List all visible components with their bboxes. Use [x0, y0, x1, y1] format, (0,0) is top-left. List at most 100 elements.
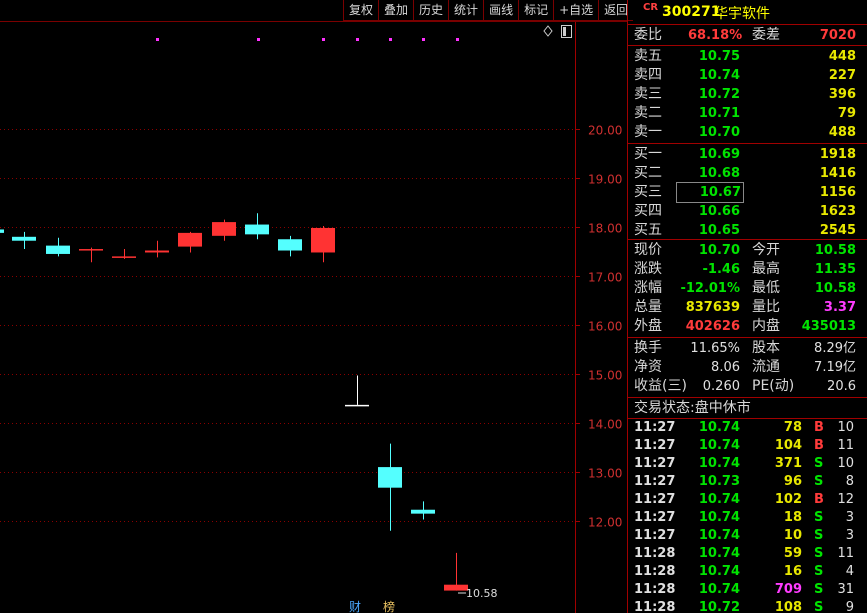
level-volume: 79 [837, 106, 856, 121]
level-price: 10.67 [676, 182, 744, 203]
tick-volume: 96 [783, 474, 802, 489]
stock-tag: CR [643, 2, 659, 13]
tick-count: 8 [845, 474, 854, 489]
toolbar-button-5[interactable]: 标记 [518, 0, 553, 20]
asks-row[interactable]: 卖一 10.70 488 [628, 123, 867, 142]
kline-chart[interactable]: 20.00 19.00 18.00 17.00 16.00 15.00 14.00 13.00… [0, 0, 627, 613]
candle-body [112, 256, 136, 258]
tick-volume: 108 [774, 600, 802, 613]
level-volume: 1918 [819, 147, 856, 162]
quote-value: 402626 [685, 319, 740, 334]
tick-side: S [814, 564, 824, 579]
y-tick-label: 12.00 [588, 516, 622, 530]
fundamental-label: 流通 [752, 359, 780, 375]
tick-side: S [814, 474, 824, 489]
y-tick-label: 20.00 [588, 124, 622, 138]
bids-row[interactable]: 买五 10.65 2545 [628, 221, 867, 240]
tick-volume: 59 [783, 546, 802, 561]
candle-body [311, 227, 335, 253]
quote-row: 现价 10.70 今开 10.58 [628, 241, 867, 260]
tick-price: 10.73 [698, 474, 740, 489]
tick-row: 11:28 10.74 59 S 11 [628, 546, 867, 562]
level-price: 10.65 [698, 223, 740, 238]
toolbar-button-0[interactable]: 复权 [343, 0, 378, 20]
tick-volume: 16 [783, 564, 802, 579]
tick-count: 4 [845, 564, 854, 579]
tick-row: 11:27 10.74 78 B 10 [628, 420, 867, 436]
chart-toolbar: 复权 叠加 历史 统计 画线 标记 +自选 返回 [343, 0, 634, 21]
asks-row[interactable]: 卖五 10.75 448 [628, 47, 867, 66]
trade-status: 交易状态:盘中休市 [634, 400, 751, 416]
toolbar-button-6[interactable]: +自选 [553, 0, 598, 20]
bids-row[interactable]: 买三 10.67 1156 [628, 182, 867, 203]
toolbar-button-4[interactable]: 画线 [483, 0, 518, 20]
y-tick-label: 13.00 [588, 467, 622, 481]
diamond-icon [543, 25, 553, 37]
level-label: 卖一 [634, 124, 662, 140]
tick-count: 9 [845, 600, 854, 613]
level-volume: 227 [828, 68, 856, 83]
bids-row[interactable]: 买一 10.69 1918 [628, 145, 867, 164]
toolbar-button-1[interactable]: 叠加 [378, 0, 413, 20]
signal-dot [389, 38, 392, 41]
bids-row[interactable]: 买四 10.66 1623 [628, 202, 867, 221]
level-price: 10.70 [698, 125, 740, 140]
status-row: 交易状态:盘中休市 [628, 399, 867, 418]
weibi-label: 委比 [634, 27, 662, 43]
tick-volume: 371 [774, 456, 802, 471]
tick-time: 11:27 [634, 492, 676, 507]
y-tick-label: 18.00 [588, 222, 622, 236]
level-volume: 1156 [819, 185, 856, 200]
quote-row: 涨跌 -1.46 最高 11.35 [628, 260, 867, 279]
tick-side: S [814, 582, 824, 597]
level-volume: 448 [828, 49, 856, 64]
candle-body [245, 224, 269, 235]
tick-row: 11:27 10.74 104 B 11 [628, 438, 867, 454]
toolbar-button-3[interactable]: 统计 [448, 0, 483, 20]
signal-dot [156, 38, 159, 41]
quote-value: -1.46 [702, 262, 740, 277]
low-price-label: 10.58 [466, 587, 498, 600]
stock-code[interactable]: 300271 [662, 4, 720, 20]
asks-row[interactable]: 卖三 10.72 396 [628, 85, 867, 104]
tick-time: 11:28 [634, 546, 676, 561]
tick-count: 3 [845, 510, 854, 525]
event-marker[interactable]: 财 [349, 600, 361, 613]
tick-count: 11 [837, 438, 854, 453]
level-volume: 2545 [819, 223, 856, 238]
tick-price: 10.74 [698, 492, 740, 507]
fundamental-label: PE(动) [752, 378, 795, 394]
stock-name[interactable]: 华宇软件 [714, 3, 770, 23]
toolbar-button-2[interactable]: 历史 [413, 0, 448, 20]
divider [628, 397, 867, 398]
candle-body [178, 232, 202, 247]
stock-header: CR 300271 华宇软件 [628, 0, 867, 24]
level-label: 买二 [634, 165, 662, 181]
divider [628, 337, 867, 338]
event-marker[interactable]: 榜 [383, 599, 395, 613]
tick-row: 11:27 10.74 102 B 12 [628, 492, 867, 508]
weibi-value: 68.18% [688, 28, 743, 43]
quote-label: 外盘 [634, 318, 662, 334]
fundamental-value: 8.06 [711, 360, 740, 375]
asks-row[interactable]: 卖二 10.71 79 [628, 104, 867, 123]
fundamental-label: 换手 [634, 340, 662, 356]
tick-side: S [814, 510, 824, 525]
quote-value: 837639 [685, 300, 740, 315]
weibi-row: 委比 68.18% 委差 7020 [628, 26, 867, 45]
tick-row: 11:27 10.74 371 S 10 [628, 456, 867, 472]
tick-row: 11:28 10.74 16 S 4 [628, 564, 867, 580]
candle-body [212, 222, 236, 236]
level-price: 10.75 [698, 49, 740, 64]
tick-side: B [814, 492, 824, 507]
divider [628, 239, 867, 240]
y-tick-label: 15.00 [588, 369, 622, 383]
quote-panel: CR 300271 华宇软件 委比 68.18% 委差 7020 卖五 10.75… [628, 0, 867, 613]
bids-row[interactable]: 买二 10.68 1416 [628, 164, 867, 183]
quote-value: -12.01% [680, 281, 740, 296]
tick-price: 10.74 [698, 438, 740, 453]
fundamental-row: 换手 11.65% 股本 8.29亿 [628, 339, 867, 358]
asks-row[interactable]: 卖四 10.74 227 [628, 66, 867, 85]
window-icon-bar [563, 27, 566, 36]
y-tick-label: 16.00 [588, 320, 622, 334]
